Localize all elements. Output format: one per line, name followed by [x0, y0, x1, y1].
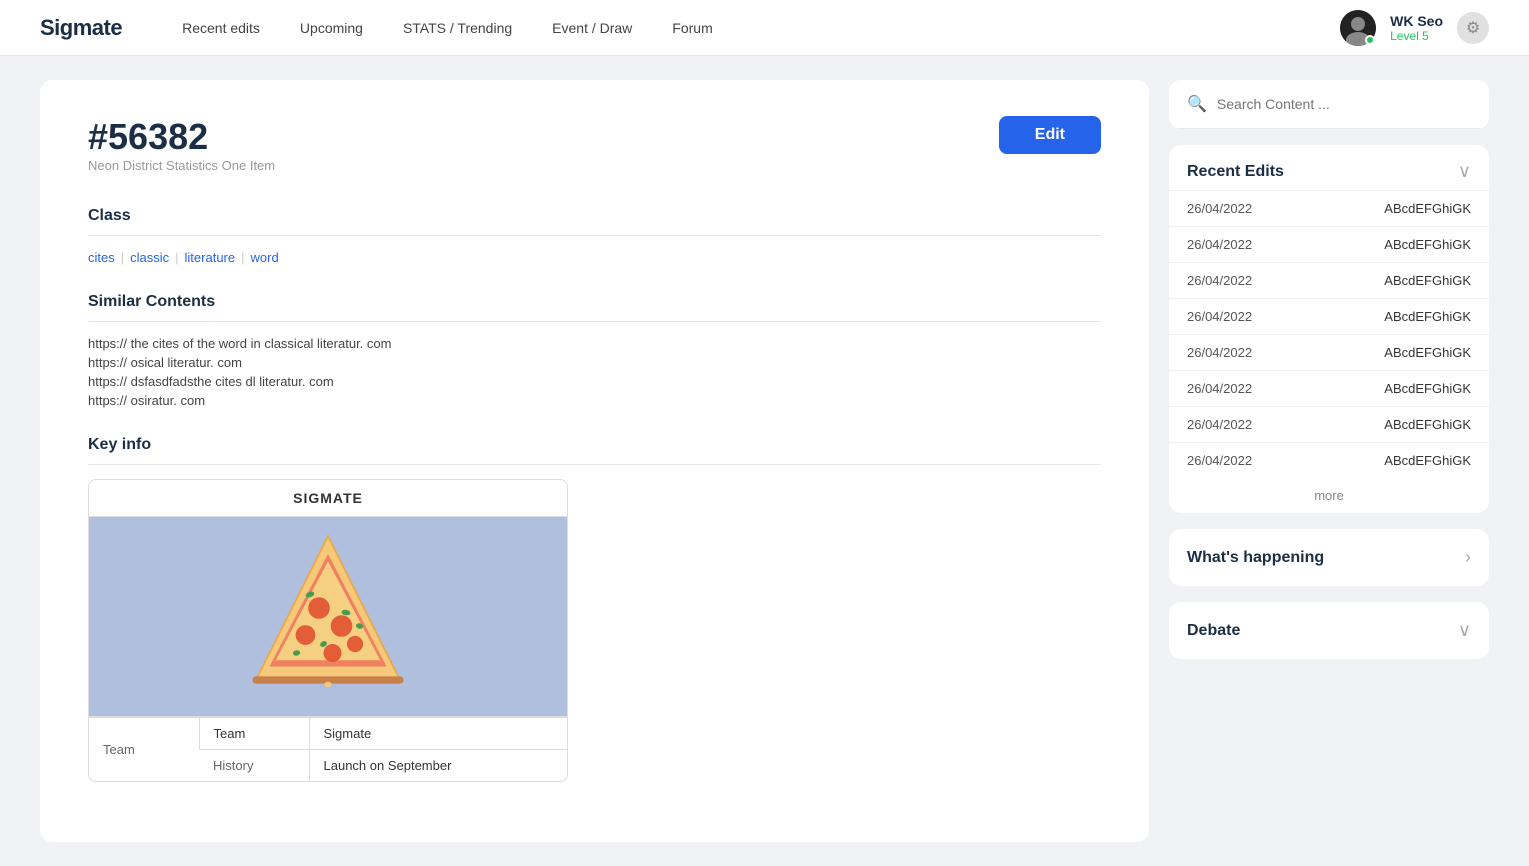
class-divider — [88, 235, 1101, 236]
similar-link-2[interactable]: https:// dsfasdfadsthe cites dl literatu… — [88, 374, 1101, 389]
class-section-title: Class — [88, 207, 1101, 225]
nav-upcoming[interactable]: Upcoming — [300, 16, 363, 40]
class-section: Class cites | classic | literature | wor… — [88, 207, 1101, 265]
recent-edits-card: Recent Edits ∨ 26/04/2022 ABcdEFGhiGK 26… — [1169, 145, 1489, 513]
recent-edits-header: Recent Edits ∨ — [1169, 145, 1489, 190]
search-icon: 🔍 — [1187, 94, 1207, 114]
user-info: WK Seo Level 5 — [1390, 13, 1443, 43]
edit-code-5: ABcdEFGhiGK — [1384, 381, 1471, 396]
key-info-divider — [88, 464, 1101, 465]
debate-card: Debate ∨ — [1169, 602, 1489, 659]
edit-date-7: 26/04/2022 — [1187, 453, 1252, 468]
search-card: 🔍 — [1169, 80, 1489, 129]
key-info-title: Key info — [88, 436, 1101, 454]
class-sep-1: | — [121, 250, 124, 265]
search-input[interactable] — [1217, 96, 1471, 112]
recent-edits-list: 26/04/2022 ABcdEFGhiGK 26/04/2022 ABcdEF… — [1169, 190, 1489, 478]
user-name: WK Seo — [1390, 13, 1443, 29]
edit-row-6[interactable]: 26/04/2022 ABcdEFGhiGK — [1169, 406, 1489, 442]
edit-date-2: 26/04/2022 — [1187, 273, 1252, 288]
class-sep-3: | — [241, 250, 244, 265]
online-indicator — [1365, 35, 1375, 45]
avatar-wrap — [1340, 10, 1376, 46]
similar-link-3[interactable]: https:// osiratur. com — [88, 393, 1101, 408]
class-link-classic[interactable]: classic — [130, 250, 169, 265]
edit-row-3[interactable]: 26/04/2022 ABcdEFGhiGK — [1169, 298, 1489, 334]
key-info-image — [89, 517, 567, 717]
content-title-row: #56382 Neon District Statistics One Item… — [88, 116, 1101, 201]
class-link-word[interactable]: word — [251, 250, 279, 265]
nav-forum[interactable]: Forum — [672, 16, 712, 40]
edit-code-0: ABcdEFGhiGK — [1384, 201, 1471, 216]
edit-code-1: ABcdEFGhiGK — [1384, 237, 1471, 252]
edit-row-5[interactable]: 26/04/2022 ABcdEFGhiGK — [1169, 370, 1489, 406]
class-link-cites[interactable]: cites — [88, 250, 115, 265]
content-id-block: #56382 Neon District Statistics One Item — [88, 116, 275, 201]
debate-header[interactable]: Debate ∨ — [1169, 602, 1489, 659]
whats-happening-header[interactable]: What's happening › — [1169, 529, 1489, 586]
key-info-section: Key info SIGMATE — [88, 436, 1101, 782]
edit-date-5: 26/04/2022 — [1187, 381, 1252, 396]
similar-contents-section: Similar Contents https:// the cites of t… — [88, 293, 1101, 408]
similar-contents-title: Similar Contents — [88, 293, 1101, 311]
whats-happening-card: What's happening › — [1169, 529, 1489, 586]
edit-date-3: 26/04/2022 — [1187, 309, 1252, 324]
edit-code-6: ABcdEFGhiGK — [1384, 417, 1471, 432]
edit-row-0[interactable]: 26/04/2022 ABcdEFGhiGK — [1169, 190, 1489, 226]
pizza-icon — [238, 527, 418, 707]
key-info-col1-value: Sigmate — [309, 718, 567, 750]
sidebar-bottom-card — [1169, 675, 1489, 755]
key-info-col1-label: Team — [199, 718, 309, 750]
key-info-box: SIGMATE — [88, 479, 568, 782]
site-logo: Sigmate — [40, 15, 122, 41]
similar-link-0[interactable]: https:// the cites of the word in classi… — [88, 336, 1101, 351]
more-link[interactable]: more — [1169, 478, 1489, 513]
site-header: Sigmate Recent edits Upcoming STATS / Tr… — [0, 0, 1529, 56]
header-right: WK Seo Level 5 ⚙ — [1340, 10, 1489, 46]
edit-row-4[interactable]: 26/04/2022 ABcdEFGhiGK — [1169, 334, 1489, 370]
class-links: cites | classic | literature | word — [88, 250, 1101, 265]
page-layout: #56382 Neon District Statistics One Item… — [0, 56, 1529, 866]
debate-title: Debate — [1187, 622, 1240, 640]
edit-row-1[interactable]: 26/04/2022 ABcdEFGhiGK — [1169, 226, 1489, 262]
edit-code-3: ABcdEFGhiGK — [1384, 309, 1471, 324]
recent-edits-collapse-icon[interactable]: ∨ — [1458, 161, 1471, 182]
sidebar: 🔍 Recent Edits ∨ 26/04/2022 ABcdEFGhiGK … — [1169, 80, 1489, 842]
key-info-box-title: SIGMATE — [89, 480, 567, 517]
debate-collapse-icon[interactable]: ∨ — [1458, 620, 1471, 641]
edit-row-2[interactable]: 26/04/2022 ABcdEFGhiGK — [1169, 262, 1489, 298]
main-nav: Recent edits Upcoming STATS / Trending E… — [182, 16, 1340, 40]
recent-edits-title: Recent Edits — [1187, 163, 1284, 181]
table-row: Team Team Sigmate — [89, 718, 567, 750]
whats-happening-title: What's happening — [1187, 549, 1324, 567]
content-subtitle: Neon District Statistics One Item — [88, 158, 275, 173]
key-info-col2-value: Launch on September — [309, 750, 567, 782]
edit-date-0: 26/04/2022 — [1187, 201, 1252, 216]
settings-icon[interactable]: ⚙ — [1457, 12, 1489, 44]
class-sep-2: | — [175, 250, 178, 265]
class-link-literature[interactable]: literature — [185, 250, 236, 265]
similar-divider — [88, 321, 1101, 322]
similar-links-list: https:// the cites of the word in classi… — [88, 336, 1101, 408]
edit-date-1: 26/04/2022 — [1187, 237, 1252, 252]
whats-happening-expand-icon[interactable]: › — [1465, 547, 1471, 568]
nav-stats-trending[interactable]: STATS / Trending — [403, 16, 512, 40]
key-info-table: Team Team Sigmate History Launch on Sept… — [89, 717, 567, 781]
key-info-group-label: Team — [89, 718, 199, 782]
user-level: Level 5 — [1390, 29, 1443, 43]
edit-date-4: 26/04/2022 — [1187, 345, 1252, 360]
edit-code-7: ABcdEFGhiGK — [1384, 453, 1471, 468]
edit-date-6: 26/04/2022 — [1187, 417, 1252, 432]
edit-code-2: ABcdEFGhiGK — [1384, 273, 1471, 288]
nav-event-draw[interactable]: Event / Draw — [552, 16, 632, 40]
nav-recent-edits[interactable]: Recent edits — [182, 16, 260, 40]
key-info-col2-label: History — [199, 750, 309, 782]
search-box: 🔍 — [1169, 80, 1489, 129]
edit-button[interactable]: Edit — [999, 116, 1101, 154]
content-id: #56382 — [88, 116, 275, 158]
main-content: #56382 Neon District Statistics One Item… — [40, 80, 1149, 842]
edit-code-4: ABcdEFGhiGK — [1384, 345, 1471, 360]
edit-row-7[interactable]: 26/04/2022 ABcdEFGhiGK — [1169, 442, 1489, 478]
similar-link-1[interactable]: https:// osical literatur. com — [88, 355, 1101, 370]
